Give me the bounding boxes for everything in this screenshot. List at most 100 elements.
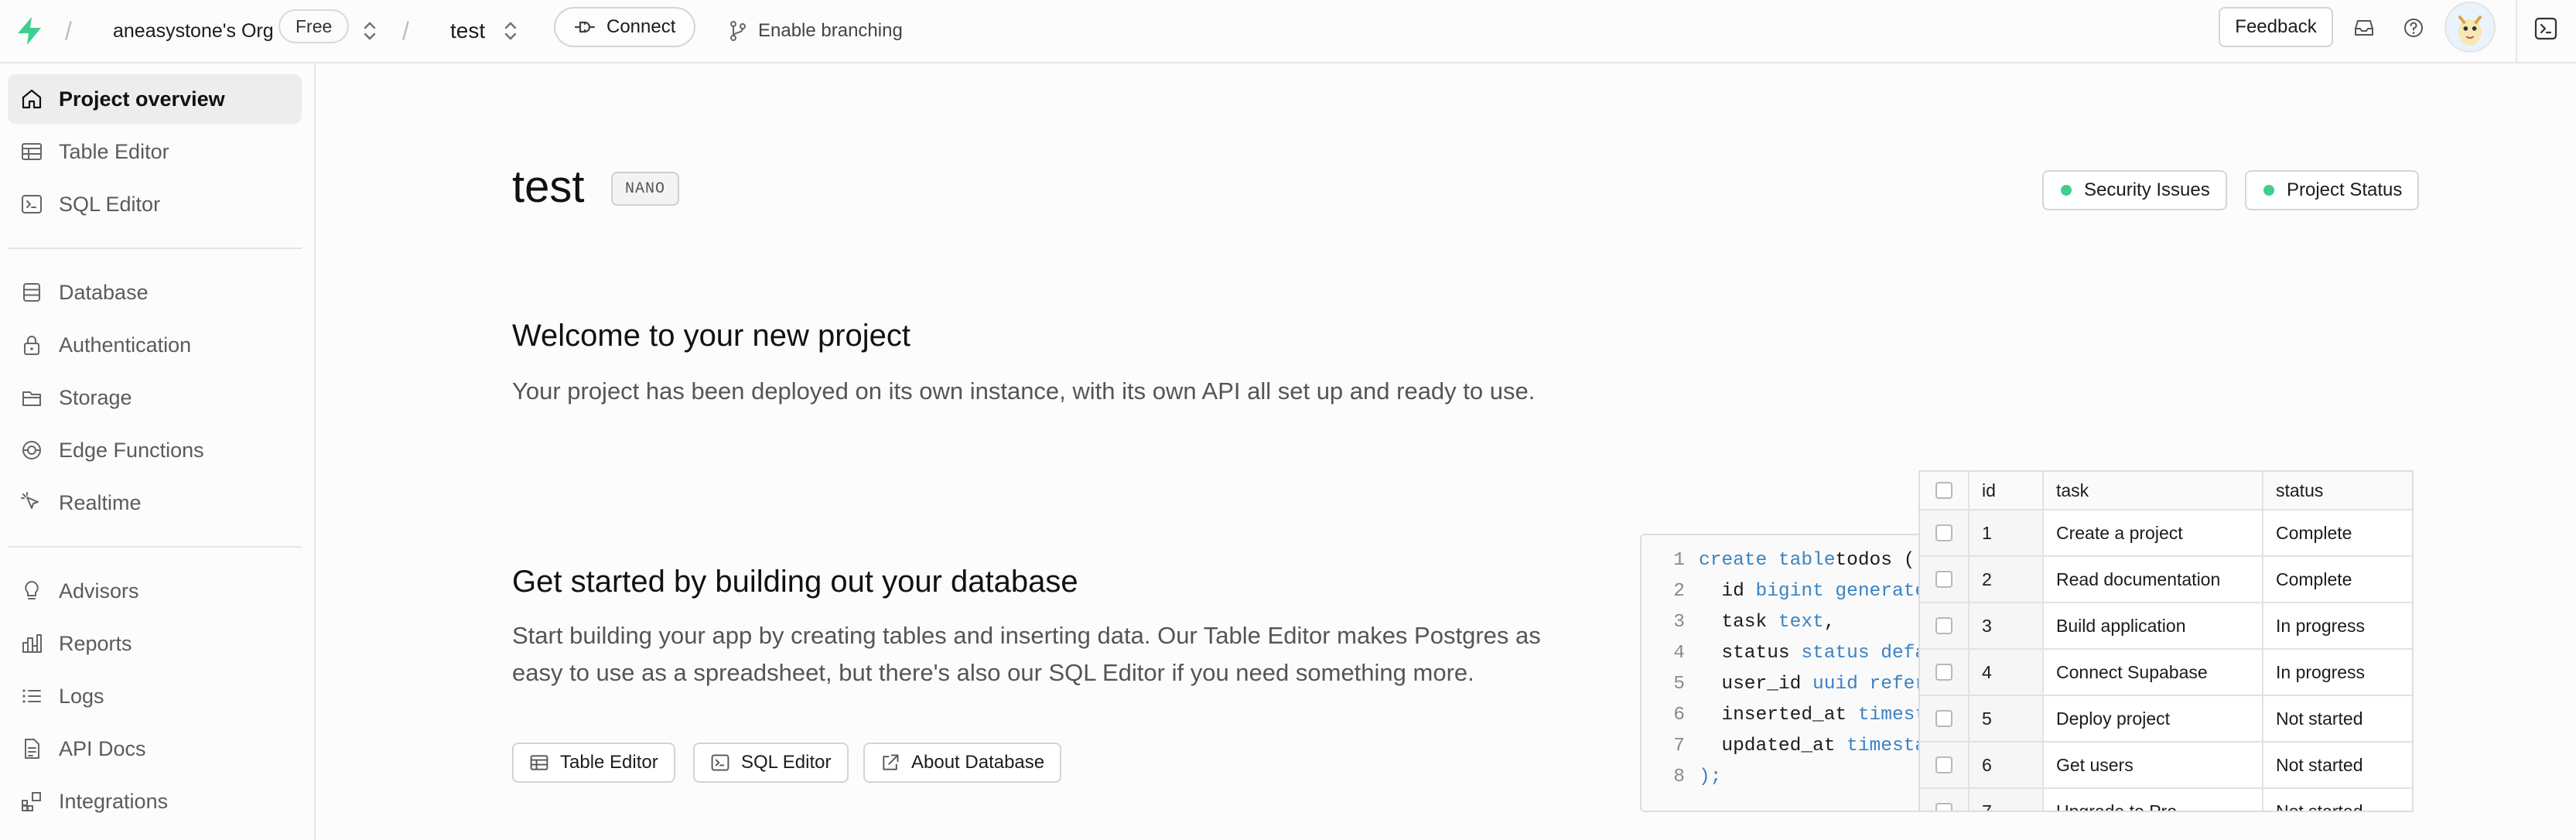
id-cell: 5 <box>1970 696 2044 741</box>
sql-keyword: ); <box>1699 766 1722 787</box>
row-select[interactable] <box>1920 696 1970 741</box>
sidebar-item-edge-functions[interactable]: Edge Functions <box>8 425 302 475</box>
database-text-line-2: easy to use as a spreadsheet, but there'… <box>512 659 1474 686</box>
code-line: 1 create tabletodos ( <box>1642 545 1915 575</box>
checkbox[interactable] <box>1935 482 1952 499</box>
sidebar-item-label: SQL Editor <box>59 192 161 216</box>
sidebar-item-advisors[interactable]: Advisors <box>8 566 302 616</box>
sql-token: status <box>1699 642 1802 664</box>
sql-token: , <box>1823 611 1836 633</box>
welcome-heading: Welcome to your new project <box>512 319 911 353</box>
sidebar-item-api-docs[interactable]: API Docs <box>8 724 302 773</box>
sql-editor-button[interactable]: SQL Editor <box>693 743 849 783</box>
security-issues-button[interactable]: Security Issues <box>2042 170 2227 210</box>
project-status-button[interactable]: Project Status <box>2245 170 2420 210</box>
task-cell: Build application <box>2044 603 2263 648</box>
lock-icon <box>24 336 39 355</box>
page-title: test <box>512 162 585 212</box>
table-icon <box>22 143 42 160</box>
sidebar-item-table-editor[interactable]: Table Editor <box>8 127 302 176</box>
user-avatar[interactable] <box>2444 2 2496 53</box>
line-number: 5 <box>1673 673 1685 695</box>
feedback-button[interactable]: Feedback <box>2219 7 2333 47</box>
row-select[interactable] <box>1920 557 1970 602</box>
line-number: 1 <box>1673 549 1685 571</box>
sidebar-item-project-overview[interactable]: Project overview <box>8 74 302 124</box>
security-issues-label: Security Issues <box>2084 179 2210 200</box>
home-icon <box>22 89 42 109</box>
sidebar-item-reports[interactable]: Reports <box>8 619 302 668</box>
table-row: 1 Create a project Complete <box>1920 510 2412 557</box>
main-content: test NANO Security Issues Project Status… <box>317 63 2576 840</box>
checkbox[interactable] <box>1935 524 1952 541</box>
code-line: 8); <box>1642 761 1721 792</box>
checkbox[interactable] <box>1935 710 1952 727</box>
terminal-icon <box>22 195 42 213</box>
table-row: 3 Build application In progress <box>1920 603 2412 650</box>
sidebar-item-label: Project overview <box>59 87 225 111</box>
sidebar-item-label: Edge Functions <box>59 438 204 462</box>
status-dot-icon <box>2263 185 2274 196</box>
sidebar-item-database[interactable]: Database <box>8 268 302 317</box>
checkbox[interactable] <box>1935 803 1952 811</box>
sidebar-item-label: Database <box>59 280 149 304</box>
sidebar-item-label: Reports <box>59 631 132 655</box>
checkbox[interactable] <box>1935 571 1952 588</box>
row-select[interactable] <box>1920 603 1970 648</box>
code-text: task text, <box>1699 612 1835 633</box>
select-all-checkbox[interactable] <box>1920 472 1970 509</box>
sidebar-item-authentication[interactable]: Authentication <box>8 320 302 370</box>
sidebar-item-label: Advisors <box>59 579 139 603</box>
id-cell: 1 <box>1970 510 2044 555</box>
project-name[interactable]: test <box>450 0 485 62</box>
sql-keyword: create table <box>1699 549 1836 571</box>
terminal-icon[interactable] <box>2523 6 2568 51</box>
id-cell: 2 <box>1970 557 2044 602</box>
toolbar-divider <box>2516 0 2517 62</box>
line-number: 6 <box>1673 704 1685 726</box>
sidebar-divider <box>8 248 302 249</box>
sidebar-item-storage[interactable]: Storage <box>8 373 302 422</box>
enable-branching-button[interactable]: Enable branching <box>729 0 903 62</box>
sidebar-item-label: Storage <box>59 385 132 409</box>
row-select[interactable] <box>1920 789 1970 811</box>
checkbox[interactable] <box>1935 617 1952 634</box>
code-line: 4 status status default <box>1642 637 1960 668</box>
compute-size-badge: NANO <box>611 172 680 206</box>
status-cell: In progress <box>2276 661 2366 682</box>
row-select[interactable] <box>1920 743 1970 787</box>
sidebar-item-integrations[interactable]: Integrations <box>8 777 302 826</box>
task-cell: Upgrade to Pro <box>2044 789 2263 811</box>
about-database-button[interactable]: About Database <box>863 743 1062 783</box>
row-select[interactable] <box>1920 650 1970 695</box>
org-name[interactable]: aneasystone's Org <box>113 0 274 62</box>
sidebar-item-realtime[interactable]: Realtime <box>8 478 302 528</box>
supabase-logo-icon[interactable] <box>15 0 50 62</box>
git-branch-icon <box>730 21 746 41</box>
status-cell: Not started <box>2276 708 2363 729</box>
table-editor-label: Table Editor <box>560 752 658 773</box>
help-icon[interactable] <box>2398 12 2429 43</box>
row-select[interactable] <box>1920 510 1970 555</box>
checkbox[interactable] <box>1935 756 1952 773</box>
table-editor-button[interactable]: Table Editor <box>512 743 675 783</box>
org-switcher-chevron-icon[interactable] <box>362 0 378 62</box>
status-cell: In progress <box>2276 615 2366 636</box>
sidebar-item-label: Authentication <box>59 333 192 357</box>
sidebar-item-label: Realtime <box>59 490 142 514</box>
line-number: 4 <box>1673 642 1685 664</box>
checkbox[interactable] <box>1935 664 1952 681</box>
column-header: id <box>1970 472 2044 509</box>
table-header-row: id task status <box>1920 472 2412 510</box>
sidebar-divider <box>8 546 302 548</box>
project-status-label: Project Status <box>2287 179 2403 200</box>
terminal-icon <box>711 754 729 771</box>
sidebar-item-sql-editor[interactable]: SQL Editor <box>8 179 302 229</box>
inbox-icon[interactable] <box>2349 12 2380 43</box>
connect-button[interactable]: Connect <box>554 7 696 47</box>
sidebar-item-logs[interactable]: Logs <box>8 671 302 721</box>
sql-token: id <box>1699 580 1756 602</box>
id-cell: 6 <box>1970 743 2044 787</box>
project-switcher-chevron-icon[interactable] <box>503 0 518 62</box>
task-cell: Deploy project <box>2044 696 2263 741</box>
